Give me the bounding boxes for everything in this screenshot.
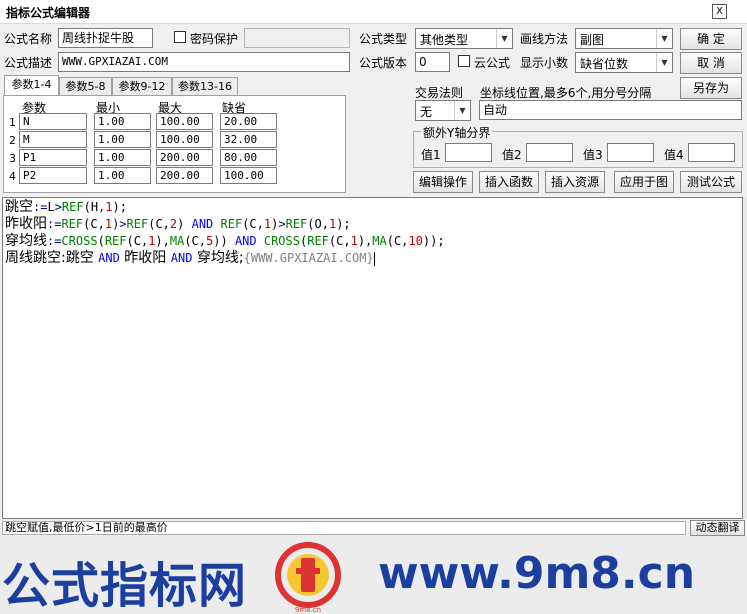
param-default-cell[interactable]: 20.00 [220,113,277,130]
param-max-cell[interactable]: 200.00 [156,149,213,166]
param-max-cell[interactable]: 100.00 [156,131,213,148]
param-min-cell[interactable]: 1.00 [94,113,151,130]
password-input[interactable] [244,28,350,48]
formula-editor-window: 指标公式编辑器 X 公式名称 周线扑捉牛股 密码保护 公式类型 其他类型 ▼ 画… [0,0,747,614]
param-default-cell[interactable]: 32.00 [220,131,277,148]
dynamic-translate-button[interactable]: 动态翻译 [690,520,745,536]
formula-type-select[interactable]: 其他类型 ▼ [415,28,513,49]
coord-line-input[interactable]: 自动 [479,100,742,120]
formula-name-input[interactable]: 周线扑捉牛股 [58,28,153,48]
decimal-label: 显示小数 [520,56,569,70]
draw-method-value: 副图 [580,33,605,47]
ok-button[interactable]: 确 定 [680,28,742,50]
formula-name-label: 公式名称 [4,32,53,46]
formula-version-input[interactable]: 0 [415,52,450,72]
value4-label: 值4 [664,148,684,162]
formula-version-label: 公式版本 [359,56,408,70]
param-name-cell[interactable]: P1 [19,149,87,166]
chevron-down-icon: ▼ [496,29,512,48]
code-line: 跳空:=L>REF(H,1); [5,199,127,215]
value3-input[interactable] [607,143,654,162]
tab-params-13-16[interactable]: 参数13-16 [172,77,238,97]
param-name-cell[interactable]: P2 [19,167,87,184]
param-row-number: 4 [9,170,16,183]
param-row-number: 1 [9,116,16,129]
code-line: 周线跳空:跳空 AND 昨收阳 AND 穿均线;{WWW.GPXIAZAI.CO… [5,250,375,266]
code-line: 穿均线:=CROSS(REF(C,1),MA(C,5)) AND CROSS(R… [5,233,445,249]
value1-input[interactable] [445,143,492,162]
password-label: 密码保护 [190,32,239,46]
title-bar: 指标公式编辑器 X [0,0,747,24]
param-min-cell[interactable]: 1.00 [94,131,151,148]
trade-rule-value: 无 [420,105,433,119]
param-min-cell[interactable]: 1.00 [94,149,151,166]
value2-label: 值2 [502,148,522,162]
decimal-select[interactable]: 缺省位数 ▼ [575,52,673,73]
value2-input[interactable] [526,143,573,162]
cloud-formula-checkbox[interactable] [458,55,470,67]
value3-label: 值3 [583,148,603,162]
save-as-button[interactable]: 另存为 [680,77,742,99]
draw-method-select[interactable]: 副图 ▼ [575,28,673,49]
insert-resource-button[interactable]: 插入资源 [545,171,605,193]
cloud-formula-label: 云公式 [474,56,511,70]
param-max-cell[interactable]: 200.00 [156,167,213,184]
param-name-cell[interactable]: M [19,131,87,148]
watermark-right-text: www.9m8.cn [378,548,696,599]
param-default-cell[interactable]: 100.00 [220,167,277,184]
editor-scrollbar[interactable] [743,197,747,519]
text-cursor [373,251,375,266]
formula-type-label: 公式类型 [359,32,408,46]
extra-y-axis-label: 额外Y轴分界 [421,124,493,141]
edit-operation-button[interactable]: 编辑操作 [413,171,473,193]
formula-desc-label: 公式描述 [4,56,53,70]
seal-logo-icon: 9m8.cn [268,536,348,614]
code-editor[interactable]: 跳空:=L>REF(H,1); 昨收阳:=REF(C,1)>REF(C,2) A… [2,197,743,519]
param-max-cell[interactable]: 100.00 [156,113,213,130]
value4-input[interactable] [688,143,735,162]
param-row-number: 2 [9,134,16,147]
chevron-down-icon: ▼ [454,101,470,120]
trade-rule-select[interactable]: 无 ▼ [415,100,471,121]
formula-desc-input[interactable]: WWW.GPXIAZAI.COM [58,52,350,72]
test-formula-button[interactable]: 测试公式 [680,171,742,193]
cancel-button[interactable]: 取 消 [680,52,742,74]
insert-function-button[interactable]: 插入函数 [479,171,539,193]
coord-line-label: 坐标线位置,最多6个,用分号分隔 [480,86,652,100]
close-button[interactable]: X [712,4,727,19]
apply-to-chart-button[interactable]: 应用于图 [614,171,674,193]
param-name-cell[interactable]: N [19,113,87,130]
tab-params-5-8[interactable]: 参数5-8 [59,77,112,97]
chevron-down-icon: ▼ [656,29,672,48]
param-row-number: 3 [9,152,16,165]
param-min-cell[interactable]: 1.00 [94,167,151,184]
window-title: 指标公式编辑器 [6,6,91,20]
params-panel: 参数 最小 最大 缺省 1 N 1.00 100.00 20.00 2 M 1.… [3,95,346,193]
code-line: 昨收阳:=REF(C,1)>REF(C,2) AND REF(C,1)>REF(… [5,216,351,232]
formula-type-value: 其他类型 [420,33,469,47]
value1-label: 值1 [421,148,441,162]
decimal-value: 缺省位数 [580,57,629,71]
password-checkbox[interactable] [174,31,186,43]
watermark-banner: 公式指标网 9m8.cn www.9m8.cn [0,536,747,614]
tab-params-9-12[interactable]: 参数9-12 [112,77,172,97]
seal-logo-text: 9m8.cn [295,606,321,614]
tab-params-1-4[interactable]: 参数1-4 [4,75,59,97]
param-default-cell[interactable]: 80.00 [220,149,277,166]
trade-rule-label: 交易法则 [415,86,464,100]
draw-method-label: 画线方法 [520,32,569,46]
watermark-left-text: 公式指标网 [2,558,248,614]
status-bar: 跳空赋值,最低价>1日前的最高价 [2,521,686,535]
chevron-down-icon: ▼ [656,53,672,72]
